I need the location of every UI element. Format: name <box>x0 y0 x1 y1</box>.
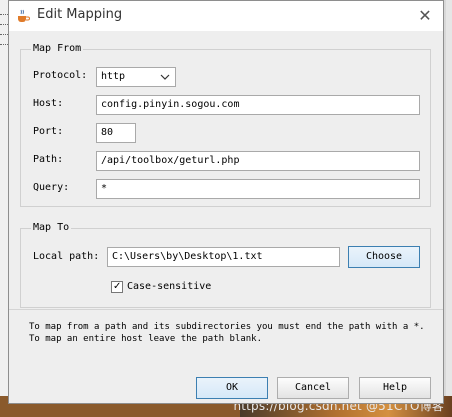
java-cup-icon <box>18 9 30 22</box>
port-label: Port: <box>33 126 64 137</box>
title-bar[interactable]: Edit Mapping ✕ <box>9 1 443 31</box>
help-button[interactable]: Help <box>359 377 431 399</box>
protocol-label: Protocol: <box>33 70 88 81</box>
checkmark-icon: ✓ <box>113 281 122 292</box>
help-hint-text: To map from a path and its subdirectorie… <box>29 322 425 344</box>
local-path-label: Local path: <box>33 251 100 262</box>
close-icon[interactable]: ✕ <box>413 5 437 27</box>
query-input[interactable]: * <box>96 179 420 199</box>
map-from-group: Map From Protocol: http Host: config.pin… <box>20 43 431 207</box>
port-input[interactable]: 80 <box>96 123 136 143</box>
map-to-title: Map To <box>31 222 72 233</box>
case-sensitive-label[interactable]: Case-sensitive <box>127 281 211 292</box>
local-path-input[interactable]: C:\Users\by\Desktop\1.txt <box>107 247 340 267</box>
background-right-strip <box>446 0 452 417</box>
map-to-group: Map To Local path: C:\Users\by\Desktop\1… <box>20 222 431 308</box>
protocol-value: http <box>101 71 126 82</box>
path-label: Path: <box>33 154 64 165</box>
map-from-title: Map From <box>31 43 84 54</box>
edit-mapping-dialog: Edit Mapping ✕ Map From Protocol: http H… <box>8 0 444 404</box>
host-input[interactable]: config.pinyin.sogou.com <box>96 95 420 115</box>
protocol-select[interactable]: http <box>96 67 176 87</box>
ok-button[interactable]: OK <box>196 377 268 399</box>
cancel-button[interactable]: Cancel <box>277 377 349 399</box>
chevron-down-icon <box>160 74 170 80</box>
path-input[interactable]: /api/toolbox/geturl.php <box>96 151 420 171</box>
case-sensitive-checkbox[interactable]: ✓ <box>111 281 123 293</box>
window-title: Edit Mapping <box>37 7 123 22</box>
query-label: Query: <box>33 182 70 193</box>
divider <box>9 309 443 310</box>
choose-button[interactable]: Choose <box>348 246 420 268</box>
host-label: Host: <box>33 98 64 109</box>
